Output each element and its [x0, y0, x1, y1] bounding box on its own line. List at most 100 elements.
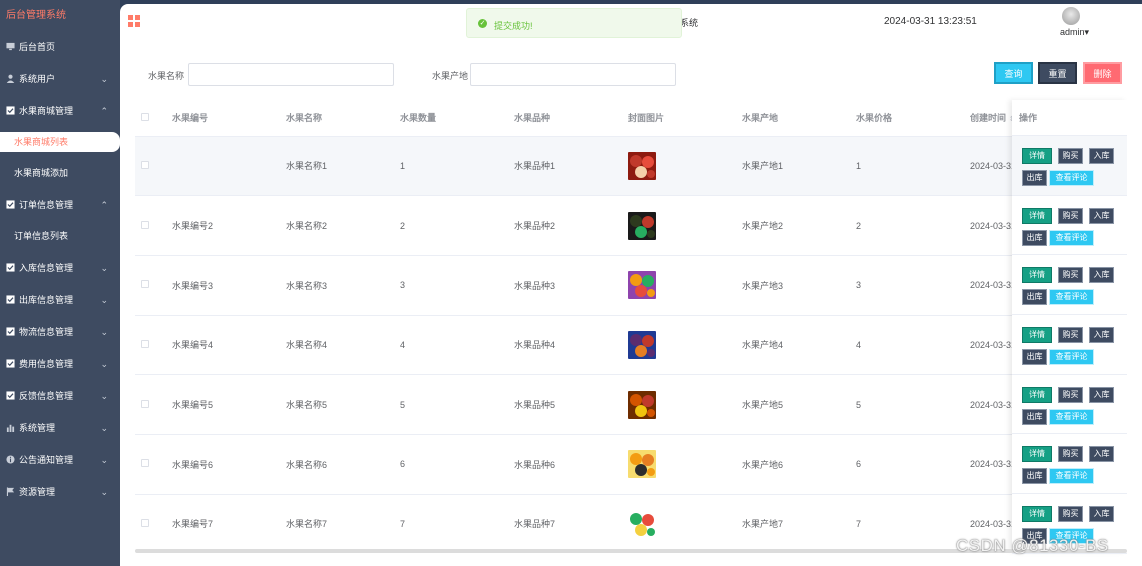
column-header: 水果数量 [400, 100, 514, 137]
sub-item-fruit-add[interactable]: 水果商城添加 [0, 158, 120, 189]
row-checkbox[interactable] [141, 518, 149, 527]
stock-in-button[interactable]: 入库 [1089, 267, 1114, 284]
menu-item-resources[interactable]: 资源管理 ⌄ [0, 476, 120, 508]
fruit-cover-image[interactable] [628, 211, 656, 240]
checkbox-icon [6, 200, 15, 209]
menu-item-label: 资源管理 [19, 487, 56, 497]
detail-button[interactable]: 详情 [1022, 446, 1052, 463]
avatar[interactable] [1062, 7, 1080, 25]
checkbox-icon [6, 327, 15, 336]
row-actions: 详情 购买 入库出库 查看评论 [1012, 434, 1127, 495]
menu-item-stock-in[interactable]: 入库信息管理 ⌄ [0, 252, 120, 284]
row-checkbox[interactable] [141, 280, 149, 289]
menu-item-system-users[interactable]: 系统用户 ⌄ [0, 63, 120, 95]
table-row[interactable]: 水果编号2 水果名称2 2 水果品种2 水果产地2 2 2024-03-31 [135, 195, 1127, 256]
cell-price: 3 [856, 255, 970, 316]
detail-button[interactable]: 详情 [1022, 327, 1052, 344]
stock-in-button[interactable]: 入库 [1089, 446, 1114, 463]
view-reviews-button[interactable]: 查看评论 [1049, 170, 1094, 186]
fruit-cover-image[interactable] [628, 390, 656, 419]
detail-button[interactable]: 详情 [1022, 267, 1052, 284]
checkbox-icon [6, 391, 15, 400]
table-row[interactable]: 水果编号5 水果名称5 5 水果品种5 水果产地5 5 2024-03-31 [135, 374, 1127, 435]
cell-variety: 水果品种6 [514, 434, 628, 495]
detail-button[interactable]: 详情 [1022, 386, 1052, 403]
stock-in-button[interactable]: 入库 [1089, 148, 1114, 164]
buy-button[interactable]: 购买 [1058, 207, 1083, 224]
menu-item-orders[interactable]: 订单信息管理 ⌃ [0, 189, 120, 221]
menu-item-fees[interactable]: 费用信息管理 ⌄ [0, 348, 120, 380]
row-checkbox[interactable] [141, 220, 149, 229]
menu-item-logistics[interactable]: 物流信息管理 ⌄ [0, 316, 120, 348]
buy-button[interactable]: 购买 [1058, 148, 1083, 164]
table-row[interactable]: 水果编号4 水果名称4 4 水果品种4 水果产地4 4 2024-03-31 [135, 315, 1127, 376]
menu-item-system-admin[interactable]: 系统管理 ⌄ [0, 412, 120, 444]
row-checkbox[interactable] [141, 160, 149, 169]
detail-button[interactable]: 详情 [1022, 506, 1052, 523]
fruit-cover-image[interactable] [628, 271, 656, 300]
table-row[interactable]: 水果名称1 1 水果品种1 水果产地1 1 2024-03-31 [135, 136, 1127, 197]
menu-item-home[interactable]: 后台首页 [0, 31, 120, 63]
fruit-cover-image[interactable] [628, 509, 656, 538]
fruit-origin-input[interactable] [470, 63, 676, 86]
row-checkbox[interactable] [141, 399, 149, 408]
table-row[interactable]: 水果编号6 水果名称6 6 水果品种6 水果产地6 6 2024-03-31 [135, 434, 1127, 495]
cell-variety: 水果品种1 [514, 136, 628, 197]
view-reviews-button[interactable]: 查看评论 [1049, 408, 1094, 425]
stock-in-button[interactable]: 入库 [1089, 327, 1114, 344]
table-row[interactable]: 水果编号3 水果名称3 3 水果品种3 水果产地3 3 2024-03-31 [135, 255, 1127, 316]
cell-name: 水果名称2 [286, 195, 400, 256]
menu-item-notices[interactable]: 公告通知管理 ⌄ [0, 444, 120, 476]
menu-item-label: 系统管理 [19, 423, 56, 433]
delete-button[interactable]: 删除 [1083, 62, 1122, 84]
view-reviews-button[interactable]: 查看评论 [1049, 289, 1094, 306]
query-button[interactable]: 查询 [994, 62, 1033, 84]
stock-out-button[interactable]: 出库 [1022, 289, 1047, 306]
menu-grid-icon[interactable] [128, 15, 140, 27]
fruit-cover-image[interactable] [628, 450, 656, 479]
stock-out-button[interactable]: 出库 [1022, 349, 1047, 366]
detail-button[interactable]: 详情 [1022, 148, 1052, 164]
view-reviews-button[interactable]: 查看评论 [1049, 468, 1094, 485]
stock-out-button[interactable]: 出库 [1022, 229, 1047, 246]
menu-item-stock-out[interactable]: 出库信息管理 ⌄ [0, 284, 120, 316]
toast-message: 提交成功! [494, 21, 533, 31]
row-actions: 详情 购买 入库出库 查看评论 [1012, 255, 1127, 316]
select-all-checkbox[interactable] [141, 112, 149, 121]
user-menu[interactable]: admin▾ [1060, 27, 1089, 38]
cell-image [628, 136, 742, 197]
cell-price: 2 [856, 195, 970, 256]
column-header: 水果产地 [742, 100, 856, 137]
buy-button[interactable]: 购买 [1058, 506, 1083, 523]
chevron-up-icon: ⌃ [100, 106, 108, 116]
stock-out-button[interactable]: 出库 [1022, 170, 1047, 186]
cell-price: 4 [856, 315, 970, 376]
sub-item-order-list[interactable]: 订单信息列表 [0, 221, 120, 252]
stock-out-button[interactable]: 出库 [1022, 408, 1047, 425]
row-checkbox[interactable] [141, 339, 149, 348]
stock-out-button[interactable]: 出库 [1022, 468, 1047, 485]
menu-item-fruit-mall[interactable]: 水果商城管理 ⌃ [0, 95, 120, 127]
view-reviews-button[interactable]: 查看评论 [1049, 349, 1094, 366]
buy-button[interactable]: 购买 [1058, 327, 1083, 344]
stock-in-button[interactable]: 入库 [1089, 506, 1114, 523]
buy-button[interactable]: 购买 [1058, 386, 1083, 403]
menu-item-feedback[interactable]: 反馈信息管理 ⌄ [0, 380, 120, 412]
stock-in-button[interactable]: 入库 [1089, 386, 1114, 403]
reset-button[interactable]: 重置 [1038, 62, 1077, 84]
row-select-cell [135, 315, 172, 376]
buy-button[interactable]: 购买 [1058, 267, 1083, 284]
fruit-name-input[interactable] [188, 63, 394, 86]
fruit-cover-image[interactable] [628, 151, 656, 180]
view-reviews-button[interactable]: 查看评论 [1049, 229, 1094, 246]
sub-item-fruit-list[interactable]: 水果商城列表 [0, 132, 120, 152]
buy-button[interactable]: 购买 [1058, 446, 1083, 463]
detail-button[interactable]: 详情 [1022, 207, 1052, 224]
cell-image [628, 315, 742, 376]
stock-in-button[interactable]: 入库 [1089, 207, 1114, 224]
row-checkbox[interactable] [141, 459, 149, 468]
fruit-cover-image[interactable] [628, 330, 656, 359]
cell-origin: 水果产地2 [742, 195, 856, 256]
bar-chart-icon [6, 424, 15, 432]
menu-item-label: 反馈信息管理 [19, 391, 74, 401]
